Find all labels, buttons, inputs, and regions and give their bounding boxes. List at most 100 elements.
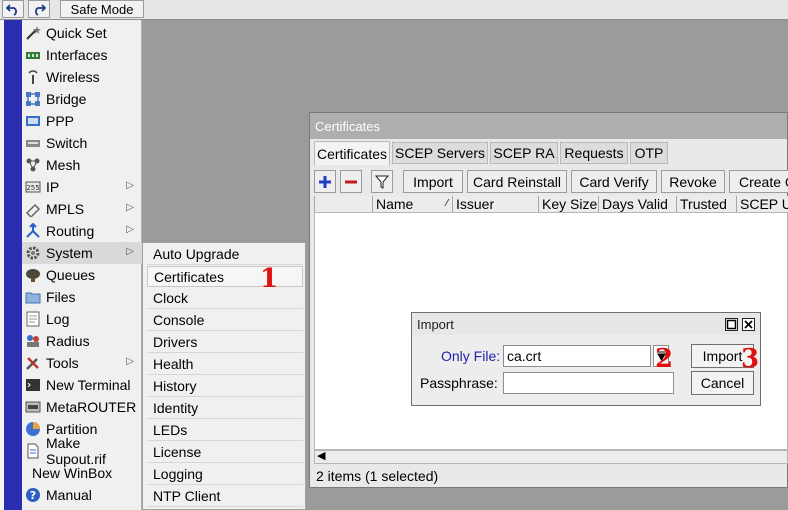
terminal-icon [26, 379, 40, 391]
passphrase-label: Passphrase: [420, 375, 498, 391]
step-annotation-3: 3 [741, 344, 760, 374]
sidebar-item-switch[interactable]: Switch [22, 132, 142, 154]
undo-button[interactable] [2, 0, 24, 18]
sidebar-item-quick-set[interactable]: Quick Set [22, 22, 142, 44]
tab-scep-ra[interactable]: SCEP RA [490, 142, 558, 164]
close-button[interactable] [742, 318, 755, 331]
interfaces-icon [26, 52, 40, 59]
submenu-item-identity[interactable]: Identity [147, 398, 303, 419]
sort-icon: ⁄ [446, 198, 448, 209]
card-verify-button[interactable]: Card Verify [571, 170, 657, 193]
column-header-key-size[interactable]: Key Size [538, 196, 598, 212]
submenu-item-license[interactable]: License [147, 442, 303, 463]
tools-icon [26, 357, 39, 370]
safe-mode-button[interactable]: Safe Mode [60, 0, 144, 18]
tab-certificates[interactable]: Certificates [314, 141, 390, 165]
wireless-icon [28, 70, 38, 84]
sidebar-item-mesh[interactable]: Mesh [22, 154, 142, 176]
submenu-item-ntp-client[interactable]: NTP Client [147, 486, 303, 507]
sidebar-item-label: MPLS [46, 201, 85, 217]
filter-button[interactable] [371, 170, 393, 193]
sidebar-item-label: Log [46, 311, 70, 327]
sidebar-item-bridge[interactable]: Bridge [22, 88, 142, 110]
column-header-name[interactable]: Name ⁄ [372, 196, 452, 212]
column-header-label: Name [376, 196, 414, 212]
sidebar-item-new-terminal[interactable]: New Terminal [22, 374, 142, 396]
sidebar-item-label: Radius [46, 333, 90, 349]
tab-requests[interactable]: Requests [560, 142, 628, 164]
sidebar-item-system[interactable]: System ▷ [22, 242, 142, 264]
sidebar-item-files[interactable]: Files [22, 286, 142, 308]
submenu-item-clock[interactable]: Clock [147, 288, 303, 309]
dialog-cancel-button[interactable]: Cancel [691, 371, 754, 395]
tab-scep-servers[interactable]: SCEP Servers [392, 142, 488, 164]
submenu-item-drivers[interactable]: Drivers [147, 332, 303, 353]
sidebar-item-routing[interactable]: Routing ▷ [22, 220, 142, 242]
maximize-button[interactable] [725, 318, 738, 331]
submenu-arrow-icon: ▷ [126, 180, 134, 191]
sidebar-item-wireless[interactable]: Wireless [22, 66, 142, 88]
sidebar-item-label: MetaROUTER [46, 399, 137, 415]
submenu-item-logging[interactable]: Logging [147, 464, 303, 485]
sidebar-item-make-supout[interactable]: Make Supout.rif [22, 435, 142, 467]
revoke-button[interactable]: Revoke [661, 170, 725, 193]
submenu-item-health[interactable]: Health [147, 354, 303, 375]
column-header-days-valid[interactable]: Days Valid [598, 196, 676, 212]
maximize-icon [726, 319, 737, 330]
sidebar-item-mpls[interactable]: MPLS ▷ [22, 198, 142, 220]
sidebar-item-label: Manual [46, 487, 92, 503]
undo-icon [6, 4, 17, 16]
sidebar-item-interfaces[interactable]: Interfaces [22, 44, 142, 66]
add-button[interactable] [314, 170, 336, 193]
remove-button[interactable] [340, 170, 362, 193]
scroll-left-icon[interactable]: ◀ [317, 449, 325, 462]
passphrase-field[interactable] [503, 372, 674, 394]
sidebar-item-label: Interfaces [46, 47, 108, 63]
submenu-item-leds[interactable]: LEDs [147, 420, 303, 441]
window-title[interactable]: Certificates [310, 113, 787, 139]
sidebar-item-metarouter[interactable]: MetaROUTER [22, 396, 142, 418]
sidebar-item-label: Routing [46, 223, 95, 239]
top-toolbar: Safe Mode [0, 0, 788, 20]
submenu-item-history[interactable]: History [147, 376, 303, 397]
column-header-trusted[interactable]: Trusted [676, 196, 736, 212]
submenu-item-certificates[interactable]: Certificates [147, 266, 303, 287]
sidebar-item-new-winbox[interactable]: New WinBox [22, 462, 142, 484]
sidebar-item-label: Tools [46, 355, 79, 371]
sidebar-item-radius[interactable]: Radius [22, 330, 142, 352]
sidebar-item-manual[interactable]: ? Manual [22, 484, 142, 506]
column-header-flags[interactable] [314, 196, 372, 212]
minus-icon [345, 180, 357, 183]
sidebar-item-label: System [46, 245, 93, 261]
tab-otp[interactable]: OTP [630, 142, 668, 164]
card-reinstall-button[interactable]: Card Reinstall [467, 170, 567, 193]
sidebar-item-ppp[interactable]: PPP [22, 110, 142, 132]
sidebar-item-tools[interactable]: Tools ▷ [22, 352, 142, 374]
sidebar-item-log[interactable]: Log [22, 308, 142, 330]
import-button[interactable]: Import [403, 170, 463, 193]
submenu-arrow-icon: ▷ [126, 224, 134, 235]
dialog-title[interactable]: Import [412, 313, 760, 335]
log-icon [26, 311, 40, 327]
only-file-label: Only File: [441, 348, 501, 364]
sidebar-item-label: Quick Set [46, 25, 107, 41]
sidebar-item-label: Files [46, 289, 76, 305]
only-file-field[interactable]: ca.crt [503, 345, 651, 367]
column-header-issuer[interactable]: Issuer [452, 196, 538, 212]
create-button[interactable]: Create C [729, 170, 788, 193]
sidebar-item-label: Wireless [46, 69, 100, 85]
submenu-item-auto-upgrade[interactable]: Auto Upgrade [147, 244, 303, 265]
import-dialog: Import Only File: ca.crt Passphrase: Imp… [411, 312, 761, 406]
mpls-icon [25, 203, 41, 217]
column-header-scep-url[interactable]: SCEP U [736, 196, 788, 212]
sidebar-item-ip[interactable]: 255 IP ▷ [22, 176, 142, 198]
redo-button[interactable] [28, 0, 50, 18]
document-icon [27, 443, 39, 459]
sidebar-item-queues[interactable]: Queues [22, 264, 142, 286]
help-icon: ? [26, 488, 40, 502]
horizontal-scrollbar[interactable]: ◀ [314, 450, 788, 464]
ip-icon: 255 [25, 181, 41, 193]
redo-icon [35, 4, 46, 16]
close-icon [744, 320, 753, 329]
submenu-item-console[interactable]: Console [147, 310, 303, 331]
